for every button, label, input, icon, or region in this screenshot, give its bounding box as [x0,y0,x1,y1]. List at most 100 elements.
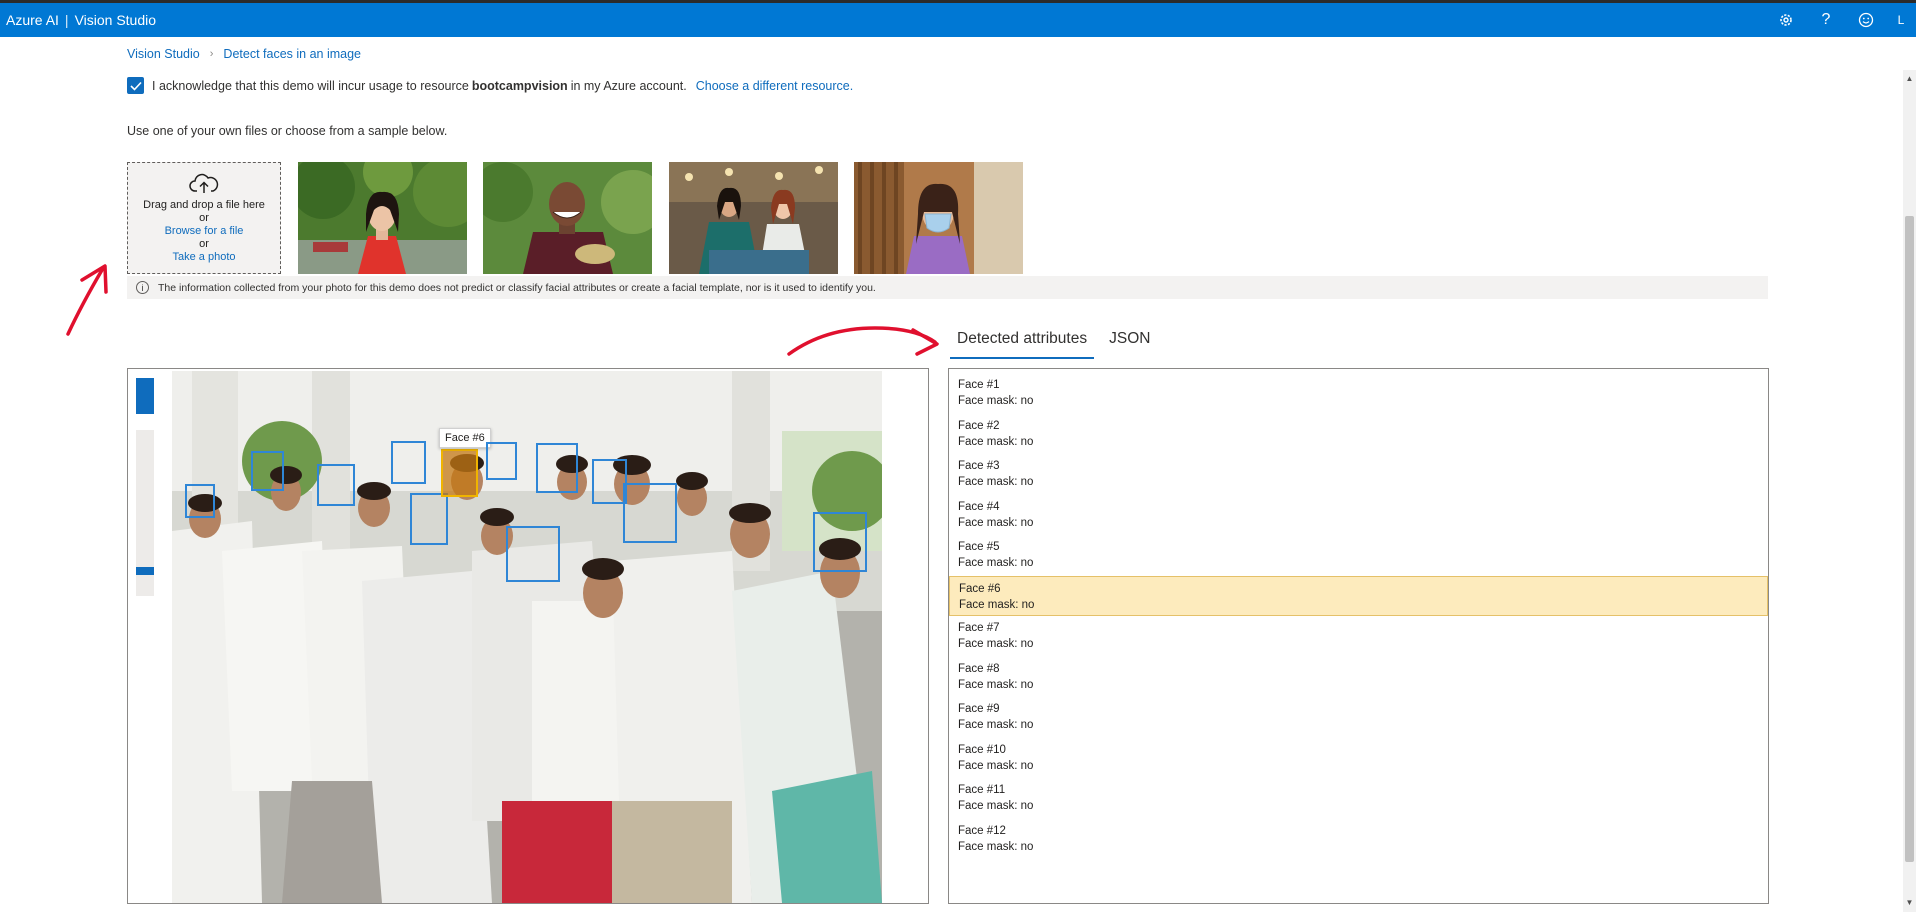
face-mask-value: Face mask: no [958,395,1034,407]
face-label: Face #4 [958,500,1000,513]
privacy-notice: i The information collected from your ph… [127,276,1768,299]
face-list-item-9[interactable]: Face #9 Face mask: no [949,697,1768,738]
scroll-up-arrow-icon[interactable]: ▲ [1905,74,1914,83]
zoom-slider[interactable] [136,430,154,596]
settings-gear-icon[interactable] [1766,3,1806,37]
face-list-item-2[interactable]: Face #2 Face mask: no [949,414,1768,455]
face-box-1[interactable] [185,484,215,518]
face-label: Face #6 [959,582,1001,595]
face-box-12[interactable] [813,512,867,572]
take-photo-link[interactable]: Take a photo [173,251,236,264]
top-bar: Azure AI | Vision Studio ? L [0,3,1916,37]
face-label: Face #2 [958,419,1000,432]
resource-name: bootcampvision [471,78,568,93]
help-icon[interactable]: ? [1806,3,1846,37]
cloud-upload-icon [189,173,219,193]
sample-image-2[interactable] [483,162,652,274]
face-mask-value: Face mask: no [958,678,1034,691]
sample-image-4[interactable] [854,162,1023,274]
detected-faces-list: Face #1 Face mask: no Face #2 Face mask: n… [948,368,1769,904]
face-mask-value: Face mask: no [958,557,1034,569]
info-icon: i [136,281,149,294]
page-scrollbar[interactable]: ▲ ▼ [1903,70,1916,912]
face-list-item-6-selected[interactable]: Face #6 Face mask: no [949,575,1768,616]
face-list-item-5[interactable]: Face #5 Face mask: no [949,535,1768,576]
scroll-down-arrow-icon[interactable]: ▼ [1905,898,1914,907]
image-viewer: Face #6 [127,368,929,904]
breadcrumb: Vision Studio › Detect faces in an image [127,47,361,61]
result-tabs: Detected attributes JSON [950,326,1165,359]
sample-intro-text: Use one of your own files or choose from… [127,124,448,138]
face-box-5[interactable] [410,493,448,545]
face-box-2[interactable] [251,451,284,491]
analyzed-photo: Face #6 [172,371,882,903]
acknowledge-text-end: in my Azure account. [570,78,687,93]
user-avatar[interactable]: L [1886,3,1916,37]
face-label: Face #3 [958,460,1000,472]
face-list-item-3[interactable]: Face #3 Face mask: no [949,454,1768,495]
face-box-10[interactable] [506,526,560,582]
face-label: Face #11 [958,784,1006,796]
face-list-item-12[interactable]: Face #12 Face mask: no [949,819,1768,860]
face-mask-value: Face mask: no [958,476,1034,488]
face-label: Face #1 [958,379,1000,391]
face-label: Face #7 [958,622,1000,634]
feedback-smiley-icon[interactable] [1846,3,1886,37]
tab-detected-attributes[interactable]: Detected attributes [950,326,1095,359]
face-label: Face #5 [958,541,1000,553]
top-bar-icons: ? L [1766,3,1916,37]
face-label: Face #10 [958,743,1006,756]
zoom-out-button[interactable] [136,396,154,414]
zoom-in-button[interactable] [136,378,154,396]
face-mask-value: Face mask: no [958,435,1034,448]
face-mask-value: Face mask: no [958,719,1034,731]
zoom-slider-thumb[interactable] [136,567,154,575]
sample-image-1[interactable] [298,162,467,274]
face-mask-value: Face mask: no [958,800,1034,812]
red-annotation-arrow-right [787,326,939,356]
face-mask-value: Face mask: no [958,840,1034,853]
face-list-item-8[interactable]: Face #8 Face mask: no [949,657,1768,698]
face-box-3[interactable] [317,464,355,506]
face-box-6-selected[interactable] [441,449,478,497]
acknowledge-row: I acknowledge that this demo will incur … [127,77,853,94]
or-text: or [199,211,209,224]
face-list-item-11[interactable]: Face #11 Face mask: no [949,778,1768,819]
face-list-item-10[interactable]: Face #10 Face mask: no [949,738,1768,779]
acknowledge-checkbox[interactable] [127,77,144,94]
face-label: Face #9 [958,703,1000,715]
face-box-7[interactable] [486,442,517,480]
brand-separator: | [64,12,69,28]
face-box-9[interactable] [592,459,627,504]
or-text-2: or [199,237,209,250]
sample-image-3[interactable] [669,162,838,274]
choose-resource-link[interactable]: Choose a different resource. [696,79,854,93]
drop-instructions: Drag and drop a file here [143,198,265,211]
breadcrumb-current[interactable]: Detect faces in an image [223,47,361,61]
face-mask-value: Face mask: no [958,516,1034,529]
face-mask-value: Face mask: no [958,759,1034,772]
browse-file-link[interactable]: Browse for a file [165,225,244,238]
brand-vision-studio: Vision Studio [74,12,157,28]
face-tooltip: Face #6 [439,428,491,448]
breadcrumb-home-link[interactable]: Vision Studio [127,47,200,61]
face-box-4[interactable] [391,441,426,484]
scrollbar-thumb[interactable] [1905,216,1914,862]
face-mask-value: Face mask: no [958,638,1034,650]
acknowledge-text: I acknowledge that this demo will incur … [152,78,469,93]
face-label: Face #8 [958,662,1000,675]
brand[interactable]: Azure AI | Vision Studio [0,12,156,28]
face-list-item-4[interactable]: Face #4 Face mask: no [949,495,1768,536]
face-box-8[interactable] [536,443,578,493]
face-box-11[interactable] [623,483,677,543]
red-annotation-arrow-left [66,264,108,336]
face-list-item-7[interactable]: Face #7 Face mask: no [949,616,1768,657]
face-list-item-1[interactable]: Face #1 Face mask: no [949,373,1768,414]
chevron-right-icon: › [209,48,214,60]
file-drop-zone[interactable]: Drag and drop a file here or Browse for … [127,162,281,274]
tab-json[interactable]: JSON [1102,326,1157,359]
privacy-notice-text: The information collected from your phot… [158,281,876,294]
face-mask-value: Face mask: no [959,598,1035,611]
face-label: Face #12 [958,824,1006,837]
brand-azure-ai: Azure AI [6,12,59,28]
